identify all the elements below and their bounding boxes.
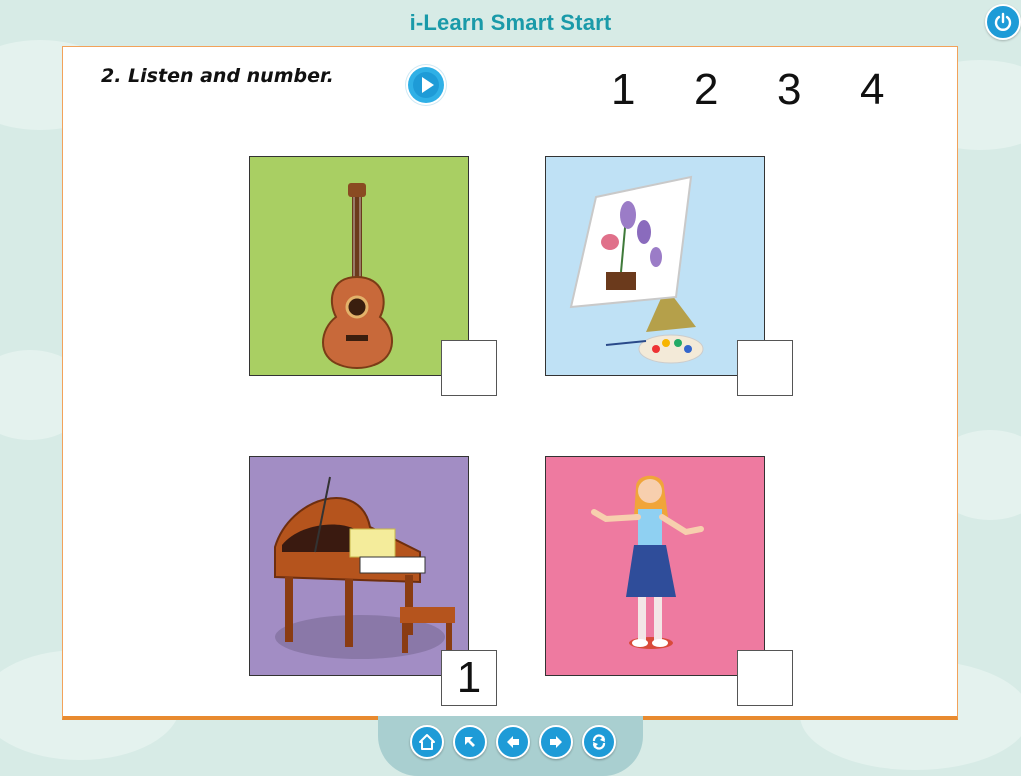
previous-button[interactable] bbox=[496, 725, 530, 759]
answer-box-painting[interactable] bbox=[737, 340, 793, 396]
answer-box-dancer[interactable] bbox=[737, 650, 793, 706]
power-icon bbox=[994, 12, 1012, 31]
answer-box-piano[interactable]: 1 bbox=[441, 650, 497, 706]
piano-image bbox=[274, 476, 455, 659]
number-option[interactable]: 1 bbox=[611, 65, 694, 115]
home-button[interactable] bbox=[410, 725, 444, 759]
next-button[interactable] bbox=[539, 725, 573, 759]
answer-box-guitar[interactable] bbox=[441, 340, 497, 396]
card-guitar bbox=[249, 156, 469, 376]
number-option[interactable]: 3 bbox=[777, 65, 860, 115]
back-to-start-button[interactable] bbox=[453, 725, 487, 759]
instruction-text: 2. Listen and number. bbox=[101, 65, 334, 87]
number-options: 1 2 3 4 bbox=[611, 65, 943, 115]
card-piano bbox=[249, 456, 469, 676]
number-option[interactable]: 4 bbox=[860, 65, 943, 115]
back-to-start-icon bbox=[465, 737, 475, 747]
home-icon bbox=[419, 734, 435, 750]
card-painting bbox=[545, 156, 765, 376]
audio-play-button[interactable] bbox=[406, 65, 446, 105]
exercise-panel: 2. Listen and number. 1 2 3 4 bbox=[62, 46, 958, 720]
play-icon bbox=[408, 67, 444, 103]
dancer-image bbox=[591, 475, 704, 649]
guitar-image bbox=[322, 183, 393, 369]
number-option[interactable]: 2 bbox=[694, 65, 777, 115]
reload-button[interactable] bbox=[582, 725, 616, 759]
power-button[interactable] bbox=[985, 4, 1021, 40]
reload-icon bbox=[592, 734, 606, 750]
painting-image bbox=[569, 175, 704, 364]
app-title: i-Learn Smart Start bbox=[409, 10, 612, 35]
previous-icon bbox=[507, 736, 519, 748]
card-dancer bbox=[545, 456, 765, 676]
next-icon bbox=[550, 736, 562, 748]
